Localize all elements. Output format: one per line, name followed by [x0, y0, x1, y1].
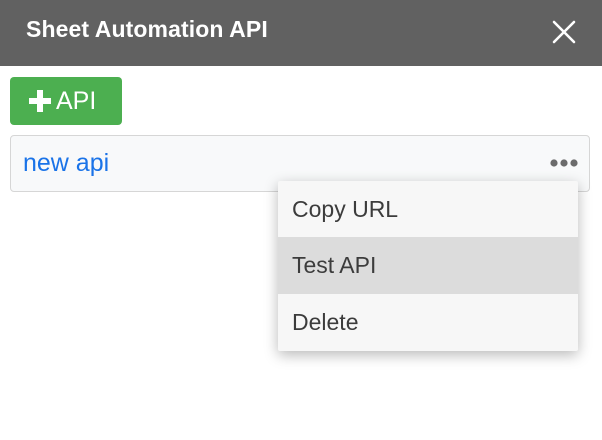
more-horizontal-icon[interactable]: [549, 153, 579, 173]
dialog-title: Sheet Automation API: [26, 16, 268, 42]
menu-item-delete[interactable]: Delete: [278, 294, 578, 351]
context-menu: Copy URL Test API Delete: [278, 181, 578, 351]
menu-item-copy-url[interactable]: Copy URL: [278, 181, 578, 238]
title-bar: Sheet Automation API: [0, 0, 602, 66]
add-api-button[interactable]: API: [10, 77, 122, 125]
api-name-link[interactable]: new api: [23, 149, 109, 178]
menu-item-test-api[interactable]: Test API: [278, 237, 578, 294]
plus-icon: [29, 90, 51, 112]
add-api-label: API: [56, 87, 97, 115]
close-icon[interactable]: [550, 18, 578, 46]
